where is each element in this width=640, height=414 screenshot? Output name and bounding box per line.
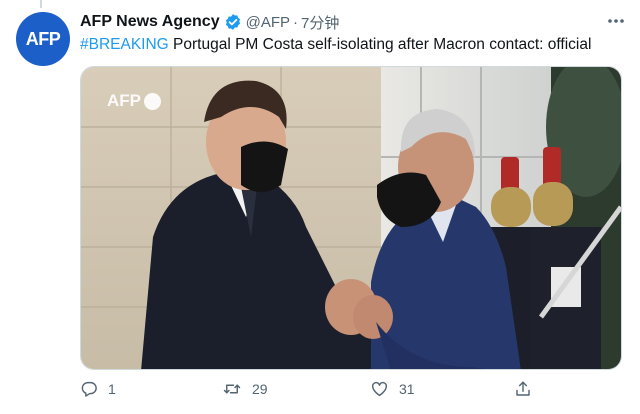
share-button[interactable] <box>514 380 542 398</box>
tweet-photo[interactable]: AFP <box>80 66 622 370</box>
like-button[interactable]: 31 <box>370 380 415 398</box>
reply-button[interactable]: 1 <box>80 380 116 398</box>
verified-badge-icon <box>224 13 242 31</box>
display-name[interactable]: AFP News Agency <box>80 13 220 31</box>
retweet-count: 29 <box>252 381 268 397</box>
timestamp[interactable]: 7分钟 <box>301 12 339 33</box>
retweet-button[interactable]: 29 <box>222 380 268 398</box>
photo-watermark: AFP <box>107 91 161 111</box>
tweet-body: Portugal PM Costa self-isolating after M… <box>168 36 592 53</box>
retweet-icon <box>223 384 241 394</box>
header-separator: · <box>293 13 299 31</box>
hashtag-link[interactable]: #BREAKING <box>80 36 169 53</box>
avatar-logo-text: AFP <box>25 28 61 49</box>
watermark-logo-dot <box>144 92 161 110</box>
like-count: 31 <box>399 381 415 397</box>
user-handle[interactable]: @AFP <box>246 14 290 31</box>
tweet-actions: 1 29 31 <box>80 380 540 406</box>
thread-connector-line <box>40 0 42 8</box>
tweet-header: AFP News Agency @AFP · 7分钟 <box>80 11 626 33</box>
avatar[interactable]: AFP <box>16 12 70 66</box>
tweet-text: #BREAKING Portugal PM Costa self-isolati… <box>80 36 630 54</box>
like-icon <box>372 381 387 397</box>
watermark-text: AFP <box>107 91 141 110</box>
photo-illustration <box>81 67 621 369</box>
more-options-icon[interactable] <box>606 13 626 34</box>
tweet-card[interactable]: AFP AFP News Agency @AFP · 7分钟 #BREAKING… <box>0 0 640 414</box>
reply-icon <box>81 381 97 397</box>
share-icon <box>516 381 530 396</box>
reply-count: 1 <box>108 381 116 397</box>
